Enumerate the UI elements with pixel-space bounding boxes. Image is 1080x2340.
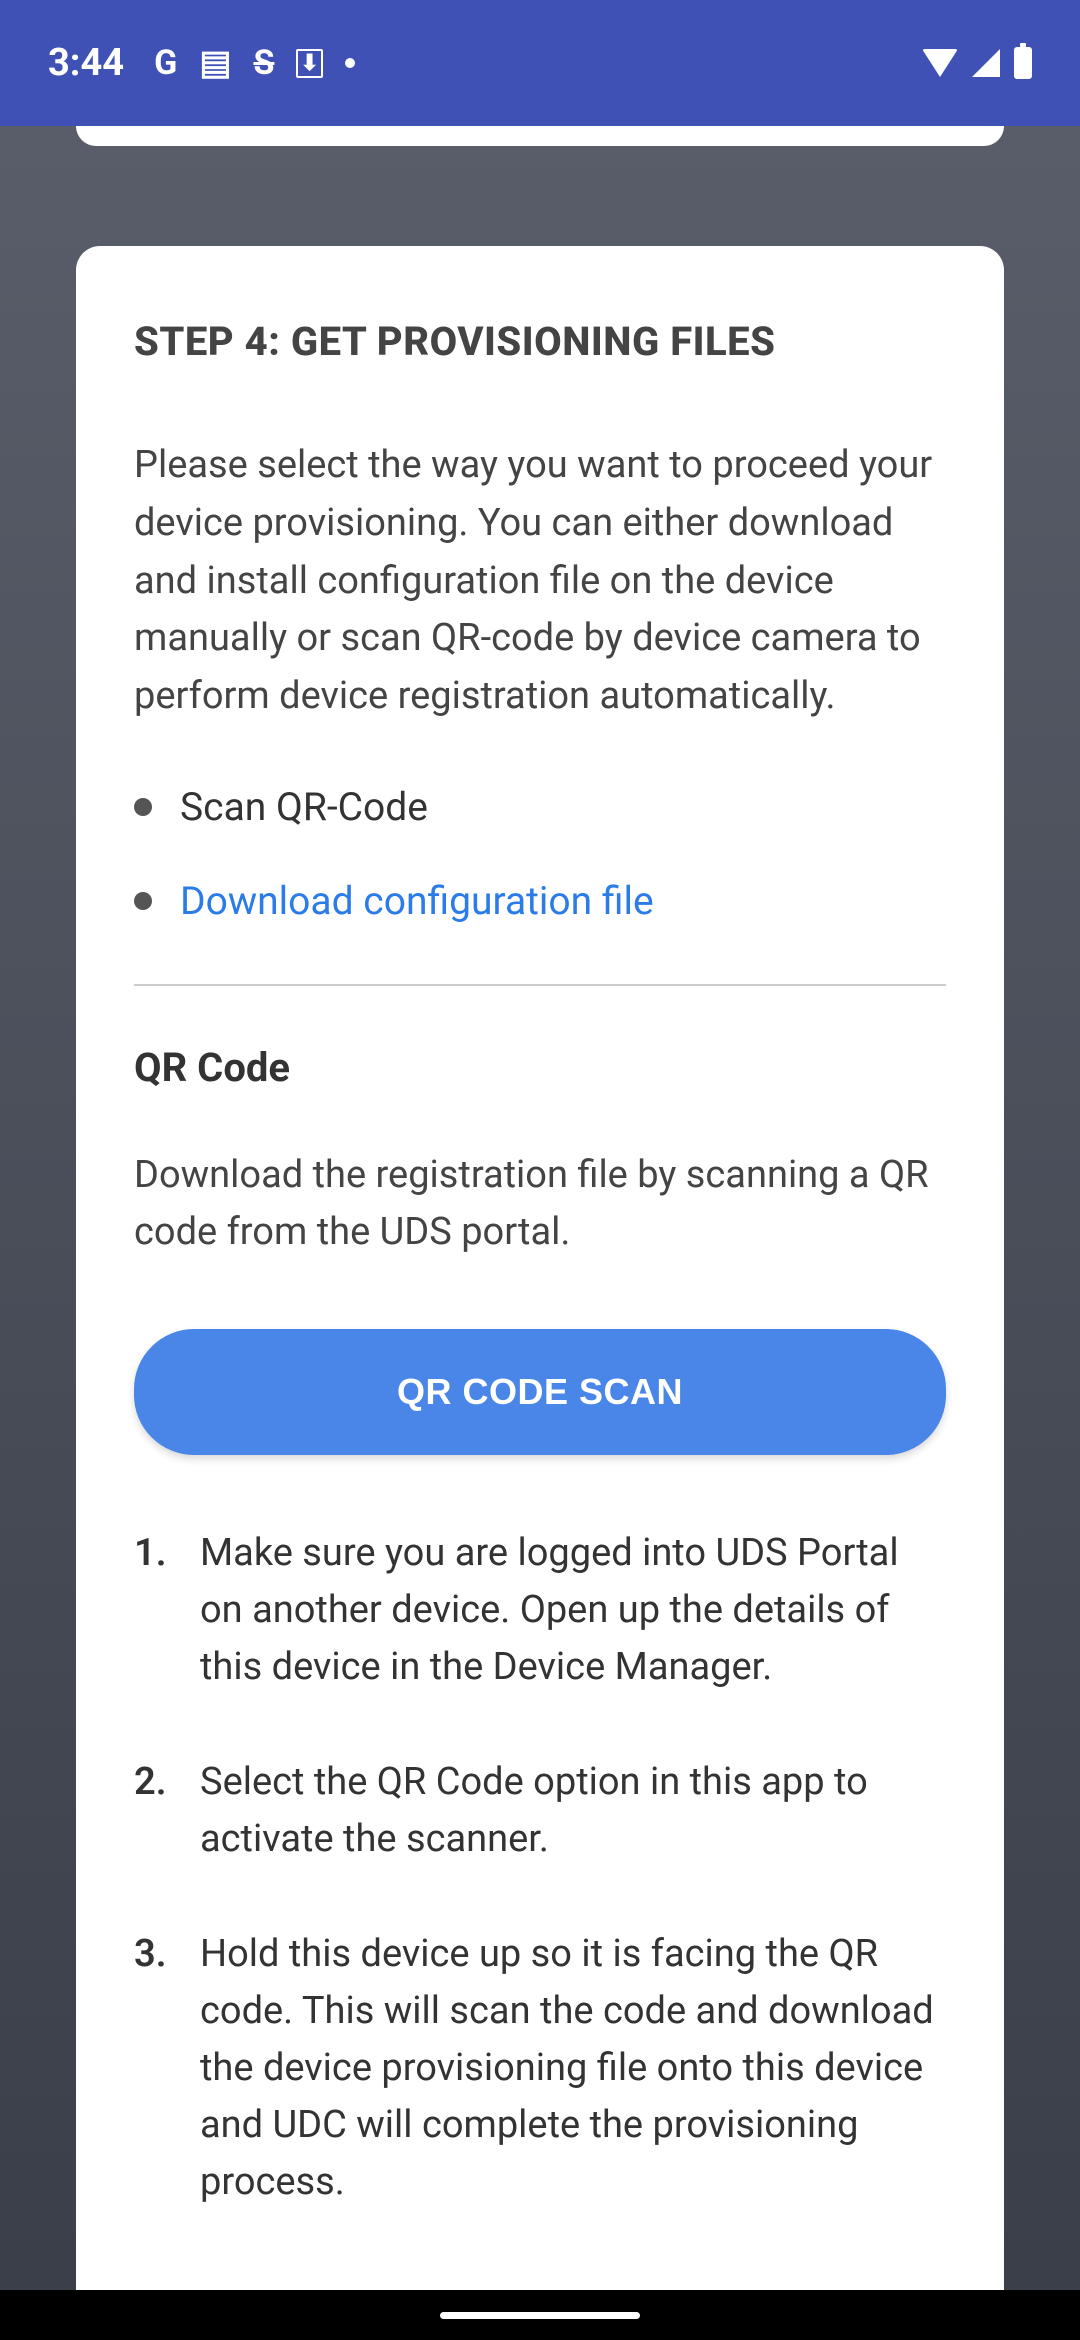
signal-icon xyxy=(972,49,1000,77)
step-text: Hold this device up so it is facing the … xyxy=(200,1926,946,2211)
wifi-icon xyxy=(922,49,958,77)
provisioning-card: STEP 4: GET PROVISIONING FILES Please se… xyxy=(76,246,1004,2329)
nav-handle[interactable] xyxy=(440,2312,640,2319)
step-title: STEP 4: GET PROVISIONING FILES xyxy=(134,318,946,365)
bullet-icon xyxy=(134,892,152,910)
more-notifications-icon xyxy=(345,58,355,68)
battery-charging-icon xyxy=(1014,47,1032,79)
download-icon: ⬇ xyxy=(296,49,322,78)
qr-section-title: QR Code xyxy=(134,1044,946,1091)
instruction-item: 1. Make sure you are logged into UDS Por… xyxy=(134,1525,946,1696)
previous-card-peek xyxy=(76,126,1004,146)
qr-section-description: Download the registration file by scanni… xyxy=(134,1147,946,1261)
strikethrough-s-icon: S xyxy=(253,43,274,83)
instruction-item: 2. Select the QR Code option in this app… xyxy=(134,1754,946,1868)
status-right xyxy=(922,47,1032,79)
option-list: Scan QR-Code Download configuration file xyxy=(134,784,946,924)
option-label: Scan QR-Code xyxy=(180,784,428,830)
status-bar: 3:44 G ▤ S ⬇ xyxy=(0,0,1080,126)
instruction-item: 3. Hold this device up so it is facing t… xyxy=(134,1926,946,2211)
navigation-bar xyxy=(0,2290,1080,2340)
qr-code-scan-button[interactable]: QR CODE SCAN xyxy=(134,1329,946,1455)
step-number: 1. xyxy=(134,1525,176,1696)
option-scan-qr[interactable]: Scan QR-Code xyxy=(134,784,946,830)
content-area[interactable]: STEP 4: GET PROVISIONING FILES Please se… xyxy=(0,126,1080,2329)
instruction-list: 1. Make sure you are logged into UDS Por… xyxy=(134,1525,946,2211)
book-icon: ▤ xyxy=(199,43,231,83)
option-link-label: Download configuration file xyxy=(180,878,654,924)
step-number: 2. xyxy=(134,1754,176,1868)
step-text: Make sure you are logged into UDS Portal… xyxy=(200,1525,946,1696)
status-time: 3:44 xyxy=(48,41,124,85)
bullet-icon xyxy=(134,798,152,816)
step-description: Please select the way you want to procee… xyxy=(134,437,946,726)
step-number: 3. xyxy=(134,1926,176,2211)
google-icon: G xyxy=(154,43,177,83)
step-text: Select the QR Code option in this app to… xyxy=(200,1754,946,1868)
option-download-config[interactable]: Download configuration file xyxy=(134,878,946,924)
divider xyxy=(134,984,946,986)
status-left: 3:44 G ▤ S ⬇ xyxy=(48,41,355,85)
